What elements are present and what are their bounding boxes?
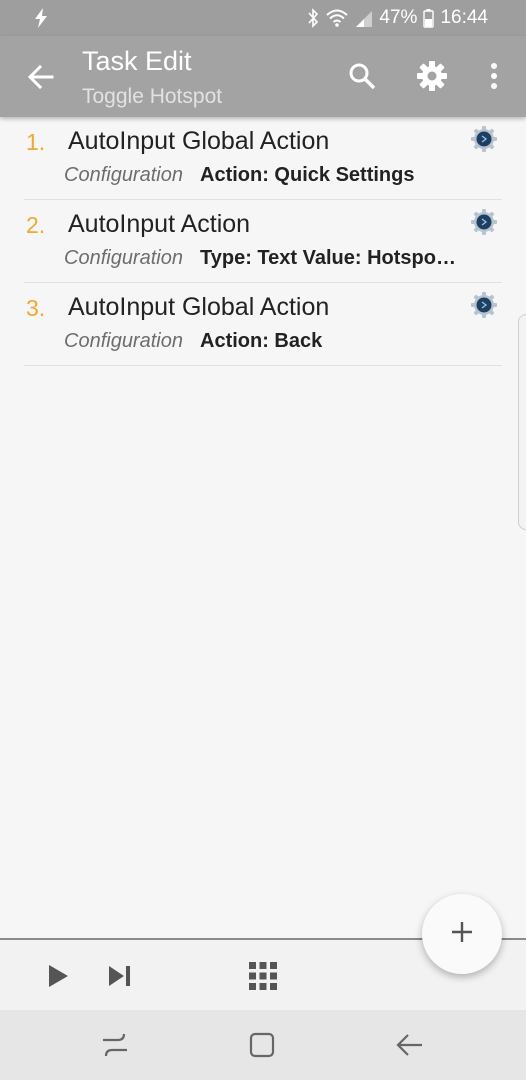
action-name: AutoInput Action — [68, 210, 251, 238]
battery-percent: 47% — [379, 7, 418, 28]
config-label: Configuration — [64, 247, 183, 269]
action-name: AutoInput Global Action — [68, 293, 330, 321]
add-action-button[interactable] — [422, 894, 502, 974]
config-label: Configuration — [64, 330, 183, 352]
action-number: 2. — [26, 212, 46, 238]
clock: 16:44 — [440, 7, 488, 28]
plugin-gear-icon[interactable] — [470, 291, 498, 319]
config-value: Action: Quick Settings — [200, 164, 415, 186]
recents-icon[interactable] — [98, 1030, 132, 1060]
config-value: Type: Text Value: Hotspo… — [200, 247, 456, 269]
skip-next-icon[interactable] — [104, 960, 136, 992]
list-item[interactable]: 1. AutoInput Global Action Configuration… — [24, 117, 502, 200]
system-nav-bar — [0, 1010, 526, 1080]
plus-icon — [450, 920, 474, 949]
app-bar: Task Edit Toggle Hotspot — [0, 36, 526, 117]
search-icon[interactable] — [342, 56, 382, 96]
page-title: Task Edit — [82, 46, 192, 76]
status-bar: 47% 16:44 — [0, 0, 526, 36]
config-label: Configuration — [64, 164, 183, 186]
list-item[interactable]: 2. AutoInput Action Configuration Type: … — [24, 200, 502, 283]
page-subtitle: Toggle Hotspot — [82, 85, 223, 108]
bluetooth-icon — [307, 8, 319, 28]
plugin-gear-icon[interactable] — [470, 208, 498, 236]
grid-icon[interactable] — [247, 960, 279, 992]
signal-icon — [355, 8, 373, 28]
back-icon[interactable] — [393, 1030, 427, 1060]
list-item[interactable]: 3. AutoInput Global Action Configuration… — [24, 283, 502, 366]
gear-icon[interactable] — [412, 56, 452, 96]
play-icon[interactable] — [42, 960, 74, 992]
more-vert-icon[interactable] — [474, 56, 514, 96]
action-list: 1. AutoInput Global Action Configuration… — [0, 117, 526, 366]
battery-icon — [423, 8, 435, 28]
plugin-gear-icon[interactable] — [470, 125, 498, 153]
home-icon[interactable] — [245, 1030, 279, 1060]
wifi-icon — [325, 8, 349, 28]
action-name: AutoInput Global Action — [68, 127, 330, 155]
config-value: Action: Back — [200, 330, 323, 352]
action-number: 3. — [26, 295, 46, 321]
flash-icon — [34, 8, 48, 33]
action-number: 1. — [26, 129, 46, 155]
back-arrow-icon[interactable] — [24, 60, 58, 94]
scrollbar[interactable] — [518, 314, 526, 530]
